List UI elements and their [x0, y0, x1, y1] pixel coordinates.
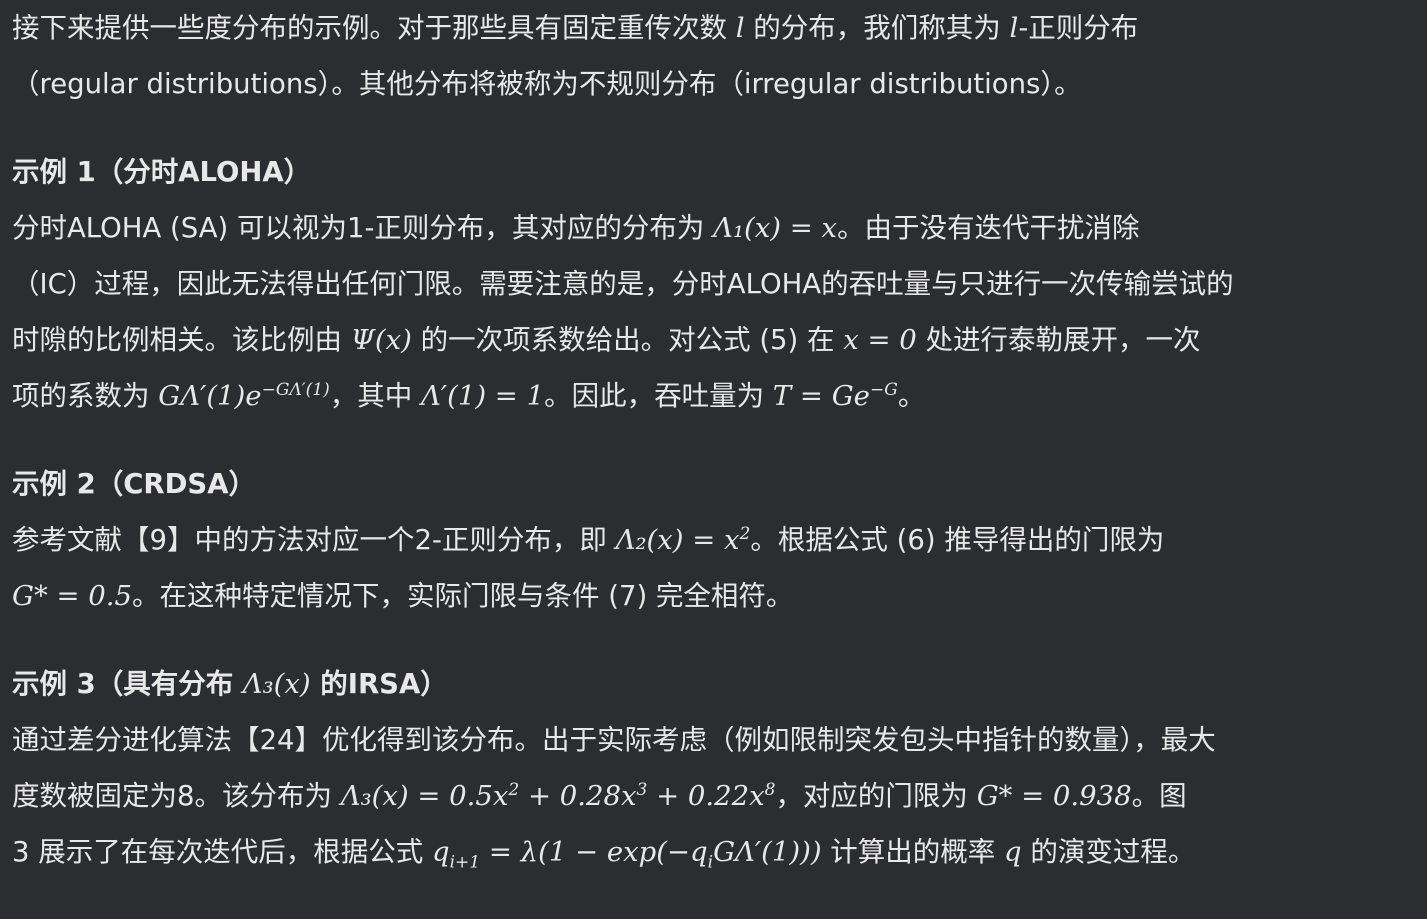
- intro-line-1: 接下来提供一些度分布的示例。对于那些具有固定重传次数 l 的分布，我们称其为 l…: [12, 0, 1427, 56]
- math-formula: Λ₃(x): [242, 668, 311, 700]
- math-formula: Λ₃(x) = 0.5x: [340, 780, 509, 812]
- body-text: 的一次项系数给出。对公式 (5) 在: [411, 324, 844, 356]
- intro-line-2: （regular distributions）。其他分布将被称为不规则分布（ir…: [12, 68, 1082, 100]
- body-text: 。图: [1131, 780, 1187, 812]
- example-2-line-2: G* = 0.5。在这种特定情况下，实际门限与条件 (7) 完全相符。: [12, 568, 1427, 624]
- example-1-line-1: 分时ALOHA (SA) 可以视为1-正则分布，其对应的分布为 Λ₁(x) = …: [12, 200, 1427, 256]
- body-text: 时隙的比例相关。该比例由: [12, 324, 351, 356]
- example-1-heading: 示例 1（分时ALOHA）: [12, 156, 312, 188]
- example-1-line-4: 项的系数为 GΛ′(1)e−GΛ′(1)，其中 Λ′(1) = 1。因此，吞吐量…: [12, 368, 1427, 424]
- heading-text: 的IRSA）: [310, 668, 448, 700]
- example-2-heading: 示例 2（CRDSA）: [12, 468, 256, 500]
- math-formula: = λ(1 − exp(−q: [480, 836, 708, 868]
- math-formula: Ψ(x): [350, 324, 412, 356]
- math-formula: T = Ge: [772, 380, 870, 412]
- body-text: 项的系数为: [12, 380, 159, 412]
- body-text: 。: [897, 380, 926, 412]
- body-text: 计算出的概率: [821, 836, 1005, 868]
- example-1-line-2: （IC）过程，因此无法得出任何门限。需要注意的是，分时ALOHA的吞吐量与只进行…: [12, 268, 1234, 300]
- math-superscript: −GΛ′(1): [261, 379, 330, 400]
- intro-text: -正则分布: [1018, 12, 1139, 44]
- math-formula: q: [1004, 836, 1022, 868]
- math-superscript: −G: [869, 379, 898, 400]
- example-3-line-3: 3 展示了在每次迭代后，根据公式 qi+1 = λ(1 − exp(−qiGΛ′…: [12, 824, 1427, 880]
- math-formula: GΛ′(1))): [713, 836, 822, 868]
- body-text: 参考文献【9】中的方法对应一个2-正则分布，即: [12, 524, 616, 556]
- math-formula: GΛ′(1)e: [158, 380, 262, 412]
- body-text: 分时ALOHA (SA) 可以视为1-正则分布，其对应的分布为: [12, 212, 714, 244]
- math-formula: + 0.22x: [647, 780, 765, 812]
- document-body: 接下来提供一些度分布的示例。对于那些具有固定重传次数 l 的分布，我们称其为 l…: [0, 0, 1427, 880]
- math-superscript: 2: [508, 779, 520, 800]
- math-superscript: 8: [764, 779, 776, 800]
- math-formula: G* = 0.5: [12, 580, 132, 612]
- body-text: 度数被固定为8。该分布为: [12, 780, 341, 812]
- math-formula: Λ₂(x) = x: [615, 524, 740, 556]
- math-formula: Λ₁(x) = x: [713, 212, 838, 244]
- math-superscript: 3: [636, 779, 648, 800]
- intro-text: 的分布，我们称其为: [744, 12, 1010, 44]
- body-text: 。因此，吞吐量为: [544, 380, 773, 412]
- math-superscript: 2: [739, 523, 751, 544]
- example-3-heading: 示例 3（具有分布 Λ₃(x) 的IRSA）: [12, 656, 1427, 712]
- example-2-line-1: 参考文献【9】中的方法对应一个2-正则分布，即 Λ₂(x) = x2。根据公式 …: [12, 512, 1427, 568]
- intro-text: 接下来提供一些度分布的示例。对于那些具有固定重传次数: [12, 12, 736, 44]
- math-l: l: [1009, 12, 1019, 44]
- math-formula: q: [431, 836, 450, 868]
- body-text: ，其中: [329, 380, 421, 412]
- body-text: 的演变过程。: [1021, 836, 1196, 868]
- body-text: 处进行泰勒展开，一次: [916, 324, 1201, 356]
- body-text: ，对应的门限为: [775, 780, 977, 812]
- example-1-line-3: 时隙的比例相关。该比例由 Ψ(x) 的一次项系数给出。对公式 (5) 在 x =…: [12, 312, 1427, 368]
- heading-text: 示例 3（具有分布: [12, 668, 243, 700]
- math-formula: + 0.28x: [519, 780, 637, 812]
- math-formula: x = 0: [843, 324, 917, 356]
- math-formula: G* = 0.938: [976, 780, 1132, 812]
- example-3-line-2: 度数被固定为8。该分布为 Λ₃(x) = 0.5x2 + 0.28x3 + 0.…: [12, 768, 1427, 824]
- math-formula: Λ′(1) = 1: [420, 380, 545, 412]
- body-text: 。由于没有迭代干扰消除: [837, 212, 1140, 244]
- math-subscript: i+1: [449, 852, 481, 873]
- math-l: l: [735, 12, 745, 44]
- body-text: 。根据公式 (6) 推导得出的门限为: [750, 524, 1165, 556]
- example-3-line-1: 通过差分进化算法【24】优化得到该分布。出于实际考虑（例如限制突发包头中指针的数…: [12, 724, 1216, 756]
- body-text: 3 展示了在每次迭代后，根据公式: [12, 836, 432, 868]
- body-text: 。在这种特定情况下，实际门限与条件 (7) 完全相符。: [131, 580, 794, 612]
